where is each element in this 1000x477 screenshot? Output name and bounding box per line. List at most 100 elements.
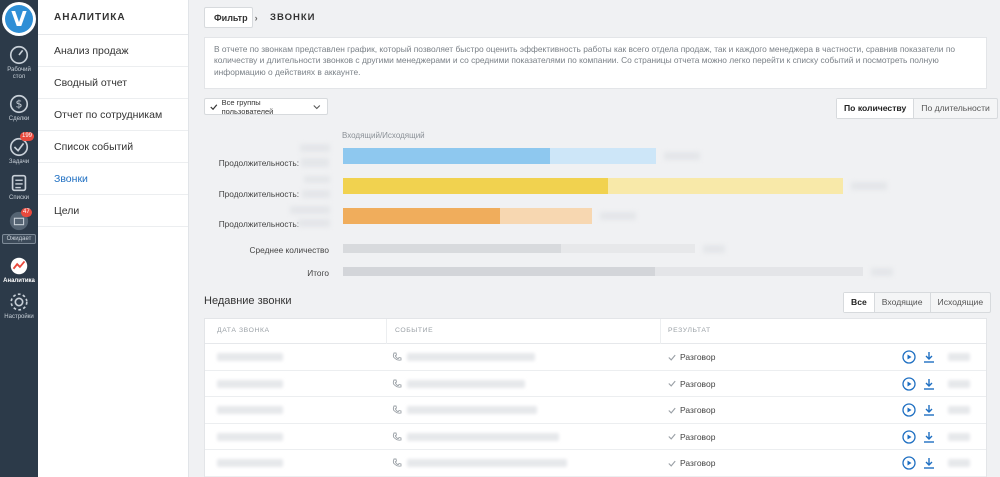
download-icon[interactable] bbox=[922, 430, 936, 444]
check-icon bbox=[668, 433, 676, 440]
waiting-button[interactable]: Ожидает bbox=[2, 234, 36, 244]
mode-by-duration[interactable]: По длительности bbox=[913, 99, 997, 118]
download-icon[interactable] bbox=[922, 403, 936, 417]
mode-by-count[interactable]: По количеству bbox=[837, 99, 914, 118]
column-header-date: ДАТА ЗВОНКА bbox=[217, 327, 270, 334]
table-row[interactable]: Разговор bbox=[205, 397, 986, 424]
rail-label: Настройки bbox=[4, 314, 34, 320]
chart-row-label: Продолжительность: bbox=[218, 219, 299, 229]
download-icon[interactable] bbox=[922, 377, 936, 391]
rail-label: стол bbox=[12, 74, 26, 80]
sidebar-item-calls[interactable]: Звонки bbox=[38, 163, 188, 195]
blurred-name bbox=[290, 206, 330, 214]
phone-icon bbox=[392, 379, 402, 388]
check-icon bbox=[210, 103, 218, 110]
table-header: ДАТА ЗВОНКА СОБЫТИЕ РЕЗУЛЬТАТ bbox=[205, 319, 986, 344]
column-divider bbox=[660, 319, 661, 344]
column-header-result: РЕЗУЛЬТАТ bbox=[668, 327, 711, 334]
table-row[interactable]: Разговор bbox=[205, 424, 986, 450]
chart-bar-value bbox=[871, 268, 893, 276]
result-label: Разговор bbox=[680, 431, 716, 442]
result-cell: Разговор bbox=[668, 432, 715, 442]
svg-text:$: $ bbox=[16, 98, 23, 111]
phone-icon bbox=[392, 405, 402, 414]
tab-all[interactable]: Все bbox=[844, 293, 874, 312]
tab-outgoing[interactable]: Исходящие bbox=[929, 293, 991, 312]
blurred-name bbox=[298, 219, 330, 227]
chevron-right-icon: › bbox=[254, 12, 258, 23]
sidebar-item-summary-report[interactable]: Сводный отчет bbox=[38, 67, 188, 99]
blurred-duration bbox=[948, 353, 970, 361]
sidebar-item-goals[interactable]: Цели bbox=[38, 195, 188, 227]
column-divider bbox=[386, 319, 387, 344]
speedometer-icon bbox=[9, 45, 29, 65]
check-icon bbox=[668, 460, 676, 467]
phone-icon bbox=[392, 352, 402, 361]
result-label: Разговор bbox=[680, 378, 716, 389]
dollar-icon: $ bbox=[9, 94, 29, 114]
download-icon[interactable] bbox=[922, 456, 936, 470]
chart-legend: Входящий/Исходящий bbox=[342, 131, 425, 140]
play-icon[interactable] bbox=[902, 429, 916, 444]
analytics-icon bbox=[10, 257, 28, 275]
rail-item-tasks[interactable]: Задачи 199 bbox=[0, 132, 38, 166]
chart-row-label: Продолжительность: bbox=[218, 189, 299, 199]
rail-item-mail[interactable]: 47 bbox=[0, 208, 38, 232]
chart-bar-value bbox=[664, 152, 700, 160]
play-icon[interactable] bbox=[902, 456, 916, 470]
rail-label: Аналитика bbox=[3, 278, 35, 284]
chart-bar-main bbox=[343, 148, 550, 164]
rail-item-settings[interactable]: Настройки bbox=[0, 291, 38, 321]
table-row[interactable]: Разговор bbox=[205, 371, 986, 397]
gear-icon bbox=[10, 293, 28, 311]
blurred-date bbox=[217, 353, 283, 361]
recent-calls-table: ДАТА ЗВОНКА СОБЫТИЕ РЕЗУЛЬТАТ Разговор Р… bbox=[204, 318, 987, 477]
list-icon bbox=[11, 174, 27, 192]
result-cell: Разговор bbox=[668, 405, 715, 415]
report-description: В отчете по звонкам представлен график, … bbox=[204, 37, 987, 89]
check-icon bbox=[668, 407, 676, 414]
rail-item-deals[interactable]: $ Сделки bbox=[0, 93, 38, 123]
sidebar-item-event-list[interactable]: Список событий bbox=[38, 131, 188, 163]
result-cell: Разговор bbox=[668, 379, 715, 389]
table-row[interactable]: Разговор bbox=[205, 344, 986, 371]
result-cell: Разговор bbox=[668, 458, 715, 468]
chevron-down-icon bbox=[313, 104, 321, 109]
blurred-event bbox=[407, 379, 525, 388]
call-direction-tabs: Все Входящие Исходящие bbox=[843, 292, 992, 313]
tab-incoming[interactable]: Входящие bbox=[873, 293, 930, 312]
rail-label: Списки bbox=[9, 195, 29, 201]
rail-label: Сделки bbox=[8, 116, 30, 122]
play-icon[interactable] bbox=[902, 403, 916, 417]
sidebar-item-sales-analysis[interactable]: Анализ продаж bbox=[38, 35, 188, 67]
app-rail: V Рабочий стол $ Сделки Задачи 199 Списк… bbox=[0, 0, 38, 477]
blurred-duration bbox=[948, 379, 970, 388]
blurred-date bbox=[217, 459, 283, 467]
play-icon[interactable] bbox=[902, 350, 916, 364]
table-body: Разговор Разговор Разговор Разговор Разг… bbox=[205, 344, 986, 477]
result-label: Разговор bbox=[680, 405, 716, 415]
mail-count-badge: 47 bbox=[21, 208, 32, 217]
filter-button[interactable]: Фильтр › bbox=[204, 7, 258, 28]
page-title: ЗВОНКИ bbox=[270, 12, 316, 23]
chart-bar-value bbox=[600, 212, 636, 220]
rail-label: Рабочий bbox=[7, 67, 31, 73]
blurred-name bbox=[300, 144, 330, 152]
analytics-sidebar: АНАЛИТИКА Анализ продаж Сводный отчет От… bbox=[38, 0, 189, 477]
phone-icon bbox=[392, 432, 402, 441]
chart-bar-value bbox=[851, 182, 887, 190]
user-group-select[interactable]: Все группы пользователей bbox=[204, 98, 328, 116]
chart-row-label: Среднее количество bbox=[249, 245, 329, 255]
table-row[interactable]: Разговор bbox=[205, 450, 986, 477]
app-logo[interactable]: V bbox=[2, 2, 36, 36]
rail-item-dashboard[interactable]: Рабочий стол bbox=[0, 44, 38, 81]
chart-mode-toggle: По количеству По длительности bbox=[836, 98, 998, 119]
blurred-event bbox=[407, 406, 537, 414]
blurred-date bbox=[217, 406, 283, 414]
download-icon[interactable] bbox=[922, 350, 936, 364]
rail-item-lists[interactable]: Списки bbox=[0, 172, 38, 202]
rail-item-analytics[interactable]: Аналитика bbox=[0, 255, 38, 285]
sidebar-item-employee-report[interactable]: Отчет по сотрудникам bbox=[38, 99, 188, 131]
chart-bar-main bbox=[343, 267, 655, 276]
play-icon[interactable] bbox=[902, 376, 916, 391]
